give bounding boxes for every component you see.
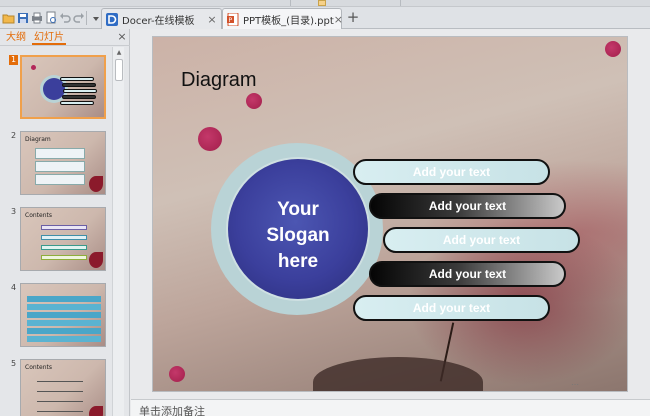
foreground-shape	[313, 357, 483, 391]
slide-thumbnail[interactable]	[20, 283, 106, 347]
text-bar[interactable]: Add your text	[383, 227, 580, 253]
thumb-row	[41, 245, 87, 250]
tab-outline[interactable]: 大纲	[4, 31, 28, 45]
notification-badge[interactable]	[318, 0, 326, 6]
svg-text:P: P	[229, 17, 233, 24]
tab-label: PPT模板_(目录).ppt	[243, 15, 334, 27]
slogan-line: Your	[277, 199, 319, 220]
thumb-bar	[60, 77, 94, 81]
open-folder-icon[interactable]	[2, 11, 16, 25]
slide-number: 4	[11, 283, 17, 292]
thumb-title: Diagram	[25, 136, 51, 143]
slogan-text[interactable]: Your Slogan here	[228, 197, 368, 275]
slide-panel: 大纲 幻灯片 × 1 2 Diagram 3 Contents 4 5 Cont…	[0, 29, 130, 416]
thumb-bar	[63, 89, 97, 93]
decor-dot	[246, 93, 262, 109]
resize-grip[interactable]: ⋯	[571, 380, 580, 389]
thumb-row	[27, 304, 101, 310]
panel-tabs: 大纲 幻灯片 ×	[0, 29, 130, 46]
save-icon[interactable]	[16, 11, 30, 25]
thumb-bar	[60, 101, 94, 105]
thumb-butterfly	[89, 252, 103, 268]
slogan-line: Slogan	[266, 225, 330, 246]
thumb-row	[27, 296, 101, 302]
slide-thumbnail[interactable]: Contents	[20, 359, 106, 416]
current-slide[interactable]: Diagram Your Slogan here Add your text A…	[152, 36, 628, 392]
text-bar[interactable]: Add your text	[353, 159, 550, 185]
title-divider	[400, 0, 401, 6]
thumb-title: Contents	[25, 364, 52, 371]
panel-scrollbar[interactable]: ▲	[112, 47, 124, 416]
decor-dot	[198, 127, 222, 151]
text-bar[interactable]: Add your text	[369, 193, 566, 219]
close-panel-icon[interactable]: ×	[116, 30, 128, 44]
thumb-title: Contents	[25, 212, 52, 219]
text-bar[interactable]: Add your text	[353, 295, 550, 321]
print-icon[interactable]	[30, 11, 44, 25]
text-bar[interactable]: Add your text	[369, 261, 566, 287]
close-icon[interactable]: ×	[334, 13, 343, 26]
tab-bar: Docer-在线模板 × P PPT模板_(目录).ppt × +	[0, 7, 650, 29]
thumb-row	[37, 408, 83, 412]
notes-pane[interactable]: 单击添加备注	[131, 399, 650, 416]
slide-title[interactable]: Diagram	[181, 69, 257, 92]
thumb-butterfly	[89, 176, 103, 192]
notes-placeholder[interactable]: 单击添加备注	[139, 403, 205, 416]
thumb-bar	[62, 95, 96, 99]
thumb-row	[37, 378, 83, 382]
slide-editor: Diagram Your Slogan here Add your text A…	[131, 29, 650, 416]
slide-number: 1	[11, 55, 17, 64]
slide-thumbnail[interactable]: Diagram	[20, 131, 106, 195]
thumb-row	[41, 255, 87, 260]
tab-slides[interactable]: 幻灯片	[32, 31, 66, 45]
slide-number: 2	[11, 131, 17, 140]
docer-icon	[106, 12, 118, 26]
tab-label: Docer-在线模板	[122, 15, 195, 27]
thumb-row	[27, 320, 101, 326]
thumbnail-list: 1 2 Diagram 3 Contents 4 5 Contents	[0, 47, 112, 416]
tab-ppt-file[interactable]: P PPT模板_(目录).ppt ×	[222, 8, 343, 29]
toolbar-separator	[86, 11, 87, 25]
title-divider	[290, 0, 291, 6]
thumb-row	[35, 148, 85, 159]
slogan-line: here	[277, 251, 319, 272]
thumb-row	[27, 328, 101, 334]
tab-docer[interactable]: Docer-在线模板 ×	[101, 8, 222, 29]
undo-icon[interactable]	[58, 11, 72, 25]
slide-number: 3	[11, 207, 17, 216]
new-tab-button[interactable]: +	[346, 10, 360, 26]
thumb-row	[27, 312, 101, 318]
thumb-row	[27, 336, 101, 342]
thumb-row	[41, 235, 87, 240]
wps-presentation-window: Docer-在线模板 × P PPT模板_(目录).ppt × + 大纲 幻灯片…	[0, 0, 650, 416]
redo-icon[interactable]	[72, 11, 86, 25]
scrollbar-thumb[interactable]	[115, 59, 123, 81]
thumb-row	[41, 225, 87, 230]
print-preview-icon[interactable]	[44, 11, 58, 25]
thumb-butterfly	[89, 406, 103, 416]
slide-number: 5	[11, 359, 17, 368]
thumb-dot	[31, 65, 36, 70]
title-bar	[0, 0, 650, 7]
thumb-bar	[62, 83, 96, 87]
thumb-row	[37, 388, 83, 392]
thumb-row	[37, 398, 83, 402]
slide-thumbnail[interactable]: Contents	[20, 207, 106, 271]
decor-dot	[169, 366, 185, 382]
decor-dot	[605, 41, 621, 57]
scroll-up-icon[interactable]: ▲	[115, 49, 123, 57]
close-icon[interactable]: ×	[206, 13, 218, 26]
ppt-file-icon: P	[227, 12, 239, 26]
thumb-row	[35, 174, 85, 185]
thumb-row	[35, 161, 85, 172]
slide-thumbnail[interactable]	[20, 55, 106, 119]
